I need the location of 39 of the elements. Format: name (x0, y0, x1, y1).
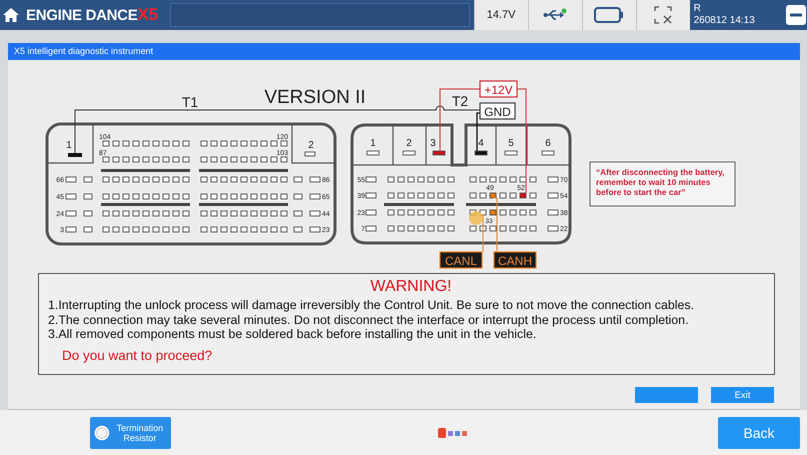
minus-icon (790, 13, 802, 17)
termination-button[interactable]: Termination Resistor (90, 416, 171, 448)
warning-text: 1.Interrupting the unlock process will damage irreversibly the Control Unit. Be sure to not move the connection cables. (48, 298, 696, 312)
home-icon[interactable] (2, 7, 20, 23)
wire (482, 214, 484, 252)
confirm-question: Do you want to proceed? (62, 348, 214, 362)
warning-text: 2.The connection may take several minutes. Do not disconnect the interface or interrupt the process until completion. (48, 312, 690, 327)
pin-number: 2 (308, 140, 314, 151)
exit-button[interactable]: Exit (711, 387, 774, 403)
ground-tag: GND (479, 102, 516, 120)
warning-title: WARNING! (369, 278, 453, 296)
pin-number: 1 (66, 140, 72, 151)
user-label: R (694, 3, 702, 15)
pin-number: 1 (370, 138, 376, 149)
input-method-icon[interactable] (438, 428, 468, 438)
touch-marker (469, 211, 483, 225)
warning-text: 3.All removed components must be soldered back before installing the unit in the vehicle. (48, 327, 538, 342)
can-tag: CANH (493, 251, 537, 269)
pin-number: 6 (545, 138, 551, 149)
battery-note: “After disconnecting the battery, remember to wait 10 minutes before to start the car” (590, 162, 736, 206)
pin-number: 3 (430, 138, 436, 149)
minimize-button[interactable] (786, 5, 806, 25)
connector-label: T1 (182, 94, 198, 110)
panel-title: X5 intelligent diagnostic instrument (8, 43, 800, 60)
date-time: 260812 14:13 (694, 15, 756, 27)
usb-icon[interactable] (543, 8, 568, 22)
battery-icon[interactable] (594, 7, 624, 23)
pin-number: 2 (406, 138, 412, 149)
brand-logo: ENGINE DANCEX5 (26, 5, 158, 25)
connector-label: T2 (452, 93, 468, 109)
voltage-reading: 14.7V (474, 0, 528, 30)
wire (492, 198, 498, 252)
pin-number: 4 (478, 138, 484, 149)
pin-number: 5 (508, 138, 514, 149)
back-button[interactable]: Back (718, 416, 800, 448)
screenshot-icon[interactable] (654, 6, 672, 24)
power-tag: +12V (479, 80, 518, 98)
can-tag: CANL (439, 251, 483, 269)
diagram-title: VERSION II (264, 87, 366, 108)
